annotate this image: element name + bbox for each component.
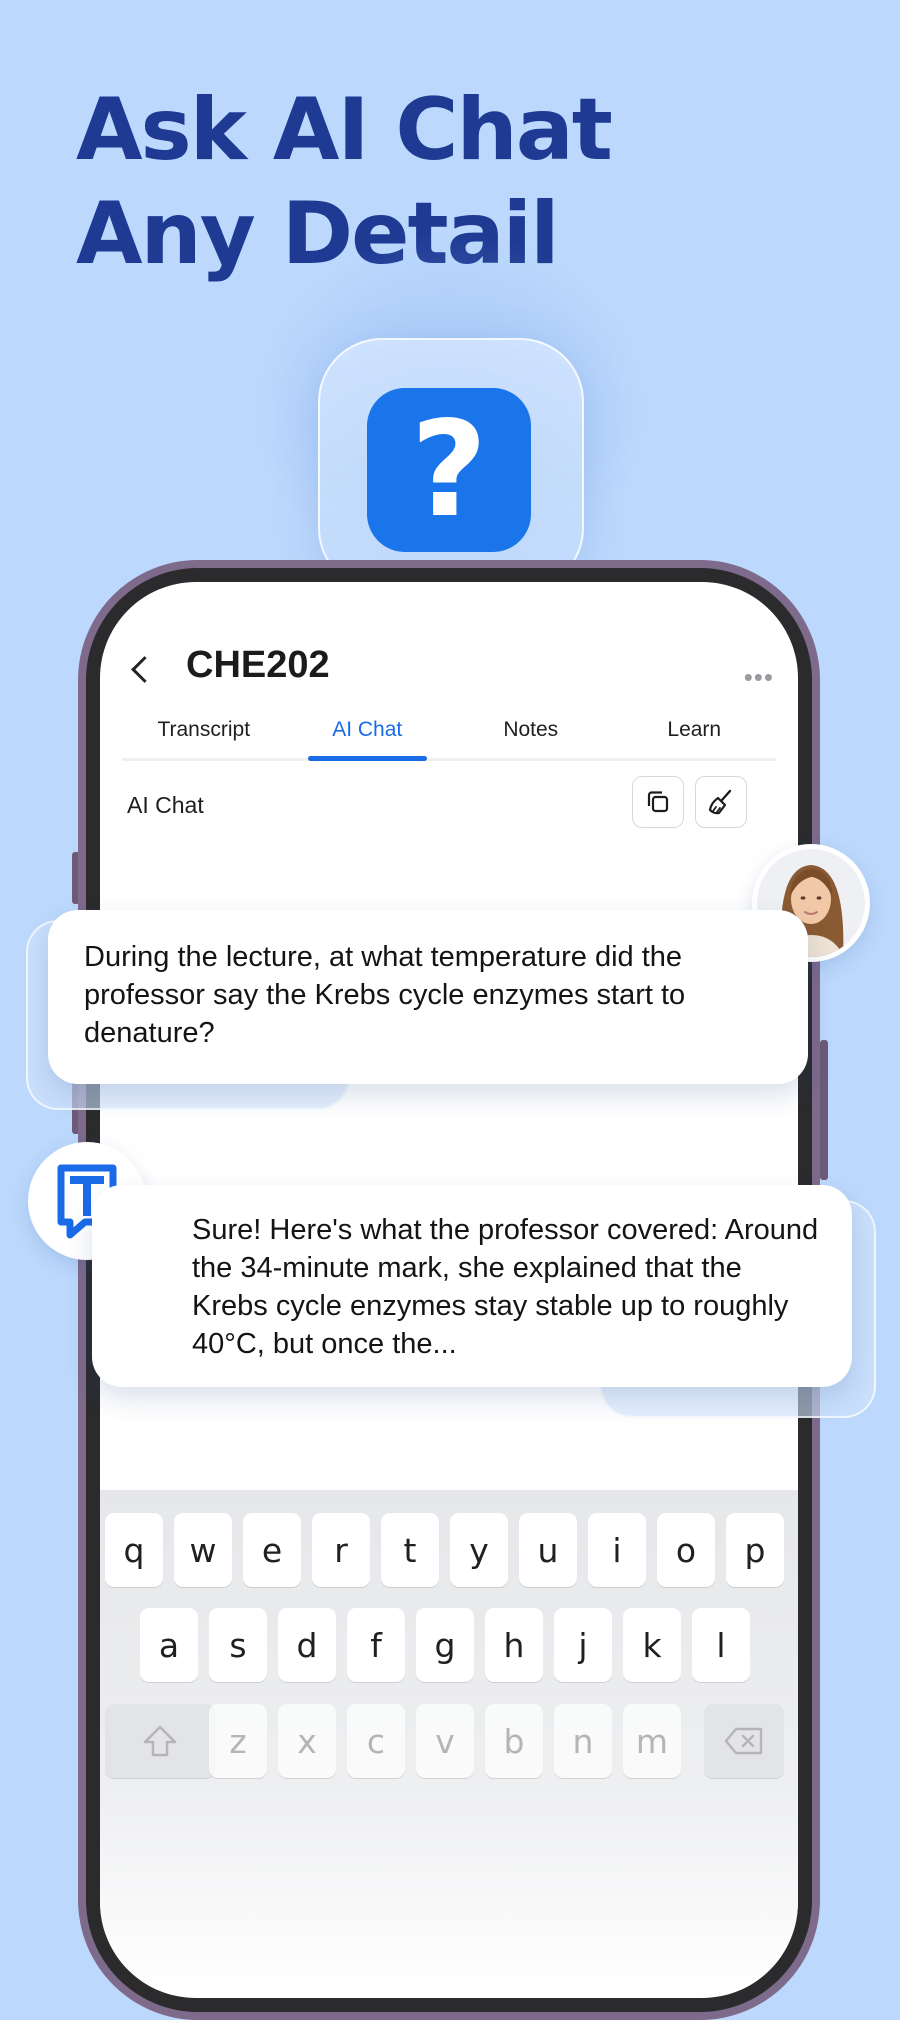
key-k[interactable]: k <box>623 1608 681 1682</box>
keyboard-row-3: z x c v b n m <box>100 1704 798 1778</box>
question-mark-icon: ? <box>367 388 531 552</box>
key-z[interactable]: z <box>209 1704 267 1778</box>
user-message: During the lecture, at what temperature … <box>48 910 808 1084</box>
key-m[interactable]: m <box>623 1704 681 1778</box>
delete-key[interactable] <box>704 1704 784 1778</box>
tab-learn[interactable]: Learn <box>613 702 777 758</box>
key-n[interactable]: n <box>554 1704 612 1778</box>
tab-notes[interactable]: Notes <box>449 702 613 758</box>
key-l[interactable]: l <box>692 1608 750 1682</box>
key-y[interactable]: y <box>450 1513 508 1587</box>
key-v[interactable]: v <box>416 1704 474 1778</box>
copy-button[interactable] <box>632 776 684 828</box>
copy-icon <box>647 791 669 813</box>
assistant-message: Sure! Here's what the professor covered:… <box>92 1185 852 1387</box>
tab-transcript[interactable]: Transcript <box>122 702 286 758</box>
key-j[interactable]: j <box>554 1608 612 1682</box>
key-u[interactable]: u <box>519 1513 577 1587</box>
top-bar: CHE202 ••• <box>100 582 798 702</box>
headline-line-1: Ask AI Chat <box>76 80 613 180</box>
key-g[interactable]: g <box>416 1608 474 1682</box>
key-r[interactable]: r <box>312 1513 370 1587</box>
more-horizontal-icon[interactable]: ••• <box>744 662 774 693</box>
tab-bar: Transcript AI Chat Notes Learn <box>122 702 776 761</box>
tab-ai-chat[interactable]: AI Chat <box>286 702 450 761</box>
key-a[interactable]: a <box>140 1608 198 1682</box>
shift-key[interactable] <box>105 1704 215 1778</box>
key-q[interactable]: q <box>105 1513 163 1587</box>
page-title: CHE202 <box>186 644 330 686</box>
key-w[interactable]: w <box>174 1513 232 1587</box>
key-i[interactable]: i <box>588 1513 646 1587</box>
key-o[interactable]: o <box>657 1513 715 1587</box>
key-d[interactable]: d <box>278 1608 336 1682</box>
key-s[interactable]: s <box>209 1608 267 1682</box>
key-b[interactable]: b <box>485 1704 543 1778</box>
broom-icon <box>708 789 732 815</box>
assistant-message-text: Sure! Here's what the professor covered:… <box>192 1214 819 1360</box>
user-message-text: During the lecture, at what temperature … <box>84 941 686 1049</box>
key-x[interactable]: x <box>278 1704 336 1778</box>
chevron-left-icon[interactable] <box>131 656 158 683</box>
section-label: AI Chat <box>127 792 204 818</box>
key-c[interactable]: c <box>347 1704 405 1778</box>
key-t[interactable]: t <box>381 1513 439 1587</box>
backspace-icon <box>724 1727 763 1755</box>
key-p[interactable]: p <box>726 1513 784 1587</box>
keyboard-row-1: q w e r t y u i o p <box>100 1513 798 1587</box>
keyboard: q w e r t y u i o p a s d f g h j k l z … <box>100 1490 798 1990</box>
key-e[interactable]: e <box>243 1513 301 1587</box>
clear-chat-button[interactable] <box>695 776 747 828</box>
phone-side-button <box>820 1040 828 1180</box>
key-h[interactable]: h <box>485 1608 543 1682</box>
key-f[interactable]: f <box>347 1608 405 1682</box>
keyboard-row-2: a s d f g h j k l <box>100 1608 798 1682</box>
shift-icon <box>143 1725 177 1757</box>
